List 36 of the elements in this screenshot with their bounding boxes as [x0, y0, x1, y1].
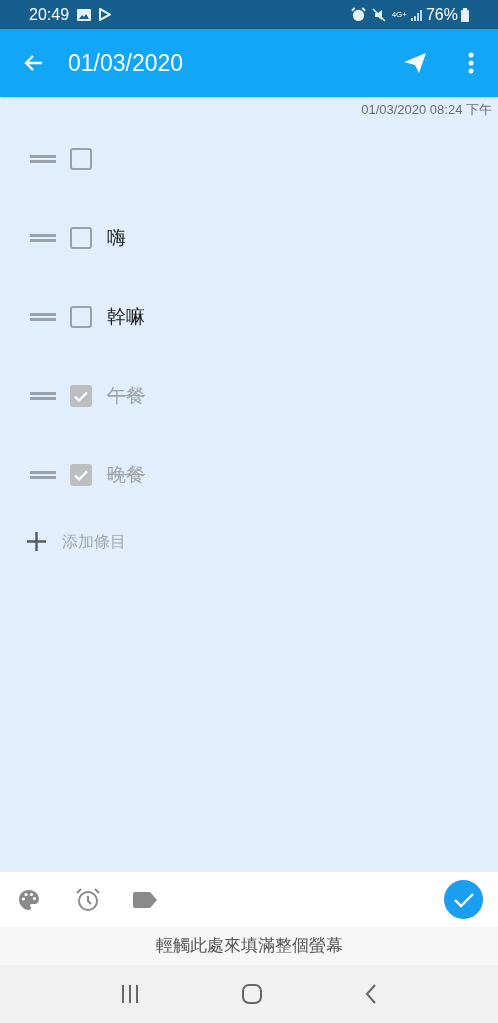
play-store-icon: [99, 8, 112, 21]
signal-icon: [410, 8, 423, 21]
alarm-icon: [350, 7, 366, 22]
mute-icon: [371, 7, 386, 22]
send-icon[interactable]: [404, 53, 426, 73]
back-icon[interactable]: [364, 984, 377, 1004]
drag-handle-icon[interactable]: [30, 471, 56, 479]
checkbox[interactable]: [70, 464, 92, 486]
drag-handle-icon[interactable]: [30, 155, 56, 163]
image-icon: [77, 8, 92, 21]
drag-handle-icon[interactable]: [30, 234, 56, 242]
drag-handle-icon[interactable]: [30, 392, 56, 400]
label-icon[interactable]: [133, 891, 157, 908]
alarm-clock-icon[interactable]: [75, 886, 101, 913]
checkbox[interactable]: [70, 148, 92, 170]
home-icon[interactable]: [242, 984, 262, 1004]
palette-icon[interactable]: [17, 887, 41, 912]
checkbox[interactable]: [70, 227, 92, 249]
plus-icon[interactable]: [27, 532, 46, 551]
timestamp: 01/03/2020 08:24 下午: [361, 101, 492, 119]
recent-apps-icon[interactable]: [121, 985, 140, 1003]
checkbox[interactable]: [70, 385, 92, 407]
done-button[interactable]: [444, 880, 483, 919]
more-options-icon[interactable]: [468, 52, 474, 74]
item-text[interactable]: 幹嘛: [107, 302, 145, 332]
checkbox[interactable]: [70, 306, 92, 328]
note-title: 01/03/2020: [68, 48, 184, 78]
drag-handle-icon[interactable]: [30, 313, 56, 321]
check-icon: [74, 469, 88, 481]
item-text[interactable]: 嗨: [107, 223, 126, 253]
check-icon: [453, 891, 474, 908]
network-type: 4G+: [391, 10, 407, 19]
battery-icon: [461, 7, 469, 22]
battery-percent: 76%: [425, 4, 458, 25]
check-icon: [74, 390, 88, 402]
status-time: 20:49: [29, 4, 70, 25]
